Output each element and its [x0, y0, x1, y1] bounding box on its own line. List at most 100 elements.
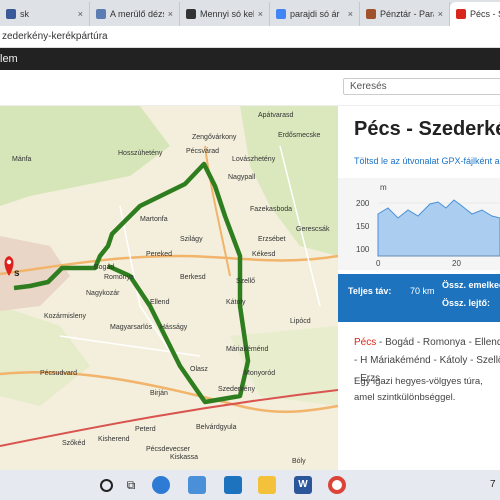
tab-close-icon[interactable]: × — [258, 9, 263, 19]
town-label: Ellend — [150, 299, 170, 306]
town-label: Kátoly — [226, 299, 246, 306]
total-distance-label: Teljes táv: — [348, 286, 392, 296]
site-nav: lem — [0, 48, 500, 70]
town-label: Erdősmecske — [278, 132, 321, 139]
browser-tab[interactable]: Pécs - Szederk× — [450, 2, 500, 26]
browser-tab[interactable]: Pénztár - Paraj × — [360, 2, 450, 26]
elevation-area — [377, 199, 500, 257]
elev-tick: 150 — [356, 222, 370, 231]
town-label: Mánfa — [12, 156, 32, 163]
town-label: Berkesd — [180, 274, 206, 281]
town-label: Kiskassa — [170, 454, 199, 461]
ascent-label: Össz. emelked — [442, 280, 500, 290]
town-label: Monyoród — [244, 370, 276, 377]
town-label: Szellő — [236, 278, 256, 285]
tab-favicon-icon — [186, 9, 196, 19]
route-description: Egy igazi hegyes-völgyes túra, amel szin… — [354, 376, 483, 403]
word-icon[interactable]: W — [294, 476, 312, 494]
taskbar: ⧉ W 7 — [0, 470, 500, 500]
search-placeholder: Keresés — [350, 81, 387, 92]
town-label: Zengővárkony — [192, 134, 237, 141]
tab-label: Mennyi só kell — [200, 9, 254, 19]
town-label: Gerescsák — [296, 226, 330, 233]
elev-x-tick: 20 — [452, 259, 461, 268]
tab-close-icon[interactable]: × — [438, 9, 443, 19]
minor-road — [119, 205, 181, 367]
address-url: zederkény-kerékpártúra — [2, 31, 108, 42]
edge-browser-icon[interactable] — [152, 476, 170, 494]
tab-close-icon[interactable]: × — [78, 9, 83, 19]
total-distance-value: 70 km — [410, 286, 435, 296]
tab-label: A merülő dézsm — [110, 9, 164, 19]
town-label: Hásságy — [160, 324, 188, 331]
town-label: Olasz — [190, 366, 208, 373]
task-view-icon[interactable]: ⧉ — [122, 476, 140, 494]
browser-tab[interactable]: A merülő dézsm × — [90, 2, 180, 26]
tab-favicon-icon — [96, 9, 106, 19]
town-label: Magyarsarlós — [110, 324, 153, 331]
store-icon[interactable] — [188, 476, 206, 494]
town-label: Hosszúhetény — [118, 150, 163, 157]
browser-tab-strip: sk×A merülő dézsm×Mennyi só kell×parajdi… — [0, 0, 500, 26]
forest-patch — [0, 306, 90, 406]
clock: 7 — [490, 479, 496, 490]
elev-unit: m — [380, 183, 387, 192]
town-label: Peterd — [135, 426, 156, 433]
tab-label: Pénztár - Paraj — [380, 9, 434, 19]
elevation-profile: m 200 150 100 0 20 — [338, 178, 500, 270]
nav-item[interactable]: lem — [0, 53, 18, 65]
town-label: Kékesd — [252, 251, 276, 258]
town-label: Pécsdevecser — [146, 446, 190, 453]
town-label: Pécsudvard — [40, 370, 77, 377]
chrome-icon[interactable] — [328, 476, 346, 494]
search-row: Keresés — [0, 70, 500, 106]
page-title: Pécs - Szederkén — [354, 118, 500, 140]
route-start-town[interactable]: Pécs — [354, 337, 376, 348]
tab-close-icon[interactable]: × — [168, 9, 173, 19]
map-layer — [0, 106, 338, 447]
town-label: Birján — [150, 390, 168, 397]
town-label: Erzsébet — [258, 236, 286, 243]
town-label: Bogád — [94, 264, 115, 271]
tab-favicon-icon — [366, 9, 376, 19]
town-label: Nagypall — [228, 174, 256, 181]
gpx-download-link[interactable]: Töltsd le az útvonalat GPX-fájlként a — [354, 156, 500, 166]
route-map[interactable]: Apátvarasd Zengővárkony Erdősmecske Pécsvár… — [0, 106, 338, 470]
town-label: Apátvarasd — [258, 112, 294, 119]
town-label: Szederkény — [218, 386, 255, 393]
elev-tick: 200 — [356, 199, 370, 208]
browser-tab[interactable]: parajdi só ár × — [270, 2, 360, 26]
browser-tab[interactable]: sk × — [0, 2, 90, 26]
town-label: Kisherend — [98, 436, 130, 443]
town-label: Máriakéménd — [226, 346, 269, 353]
mail-icon[interactable] — [224, 476, 242, 494]
stats-bar: Teljes táv: 70 km Össz. emelked Össz. le… — [338, 274, 500, 322]
town-label: Kozármisleny — [44, 313, 87, 320]
address-bar[interactable]: zederkény-kerékpártúra — [0, 26, 500, 48]
tab-close-icon[interactable]: × — [348, 9, 353, 19]
search-circle-icon[interactable] — [100, 479, 113, 492]
town-label: Lovászhetény — [232, 156, 276, 163]
tab-label: parajdi só ár — [290, 9, 340, 19]
minor-road — [59, 335, 201, 357]
file-explorer-icon[interactable] — [258, 476, 276, 494]
descent-label: Össz. lejtő: — [442, 298, 491, 308]
route-info-panel: Pécs - Szederkén Töltsd le az útvonalat … — [338, 106, 500, 470]
town-label: Martonfa — [140, 216, 168, 223]
elevation-chart: m 200 150 100 0 20 — [356, 183, 500, 268]
tab-favicon-icon — [6, 9, 16, 19]
tab-favicon-icon — [276, 9, 286, 19]
elev-tick: 100 — [356, 245, 370, 254]
browser-tab[interactable]: Mennyi só kell × — [180, 2, 270, 26]
tab-favicon-icon — [456, 9, 466, 19]
town-label: s — [14, 268, 20, 279]
tab-label: sk — [20, 9, 29, 19]
town-label: Fazekasboda — [250, 206, 293, 213]
town-label: Szilágy — [180, 236, 203, 243]
marker-dot — [6, 259, 12, 265]
town-label: Belvárdgyula — [196, 424, 237, 431]
town-label: Szőkéd — [62, 440, 86, 447]
tab-label: Pécs - Szederk — [470, 9, 500, 19]
elev-x-tick: 0 — [376, 259, 381, 268]
search-input[interactable]: Keresés — [343, 78, 500, 95]
